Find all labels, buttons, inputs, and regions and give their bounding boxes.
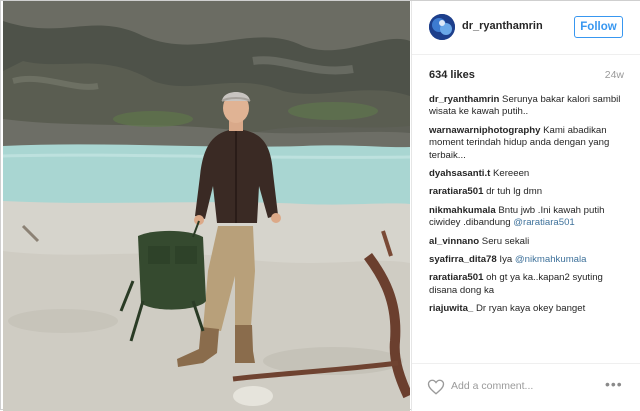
comment-username[interactable]: dr_ryanthamrin	[429, 94, 499, 105]
comment-username[interactable]: riajuwita_	[429, 303, 473, 314]
instagram-post-frame: dr_ryanthamrin Follow 634 likes 24w dr_r…	[0, 0, 640, 411]
heart-icon[interactable]	[427, 378, 445, 396]
comment-username[interactable]: al_vinnano	[429, 236, 479, 247]
comment-item: syafirra_dita78 Iya @nikmahkumala	[429, 254, 629, 266]
comment-mention[interactable]: @raratiara501	[513, 217, 574, 228]
comment-text: Dr ryan kaya okey banget	[475, 303, 586, 315]
comment-username[interactable]: nikmahkumala	[429, 205, 496, 216]
more-options-icon[interactable]: •••	[605, 376, 623, 392]
comment-text: Seru sekali	[481, 235, 530, 247]
add-comment-input[interactable]: Add a comment...	[451, 380, 533, 392]
photo-illustration	[3, 1, 410, 411]
comment-username[interactable]: dyahsasanti.t	[429, 168, 490, 179]
comment-footer: Add a comment... •••	[412, 363, 640, 411]
comment-username[interactable]: raratiara501	[429, 272, 483, 283]
comment-item: dr_ryanthamrin Serunya bakar kalori samb…	[429, 94, 629, 119]
post-side-panel: dr_ryanthamrin Follow 634 likes 24w dr_r…	[411, 1, 640, 411]
comment-username[interactable]: warnawarniphotography	[429, 125, 540, 136]
comment-item: raratiara501 dr tuh lg dmn	[429, 186, 629, 198]
comment-username[interactable]: syafirra_dita78	[429, 254, 497, 265]
comment-mention[interactable]: @nikmahkumala	[515, 254, 587, 265]
follow-button[interactable]: Follow	[574, 16, 623, 38]
comment-item: nikmahkumala Bntu jwb .Ini kawah putih c…	[429, 205, 629, 230]
comment-text: dr tuh lg dmn	[486, 186, 543, 198]
likes-count[interactable]: 634 likes	[429, 69, 475, 81]
comment-text: Kereeen	[493, 168, 530, 180]
comment-item: raratiara501 oh gt ya ka..kapan2 syuting…	[429, 272, 629, 297]
comment-item: warnawarniphotography Kami abadikan mome…	[429, 125, 629, 162]
post-author-username[interactable]: dr_ryanthamrin	[462, 20, 543, 32]
post-age[interactable]: 24w	[605, 69, 624, 81]
avatar[interactable]	[429, 14, 455, 40]
post-header: dr_ryanthamrin Follow	[412, 1, 640, 55]
comment-item: riajuwita_ Dr ryan kaya okey banget	[429, 303, 629, 315]
avatar-image	[429, 14, 455, 40]
comment-item: dyahsasanti.t Kereeen	[429, 168, 629, 180]
post-photo[interactable]	[3, 1, 410, 411]
comment-text: Iya	[499, 254, 513, 266]
comment-item: al_vinnano Seru sekali	[429, 236, 629, 248]
comment-username[interactable]: raratiara501	[429, 186, 483, 197]
comment-list: dr_ryanthamrin Serunya bakar kalori samb…	[429, 94, 629, 322]
